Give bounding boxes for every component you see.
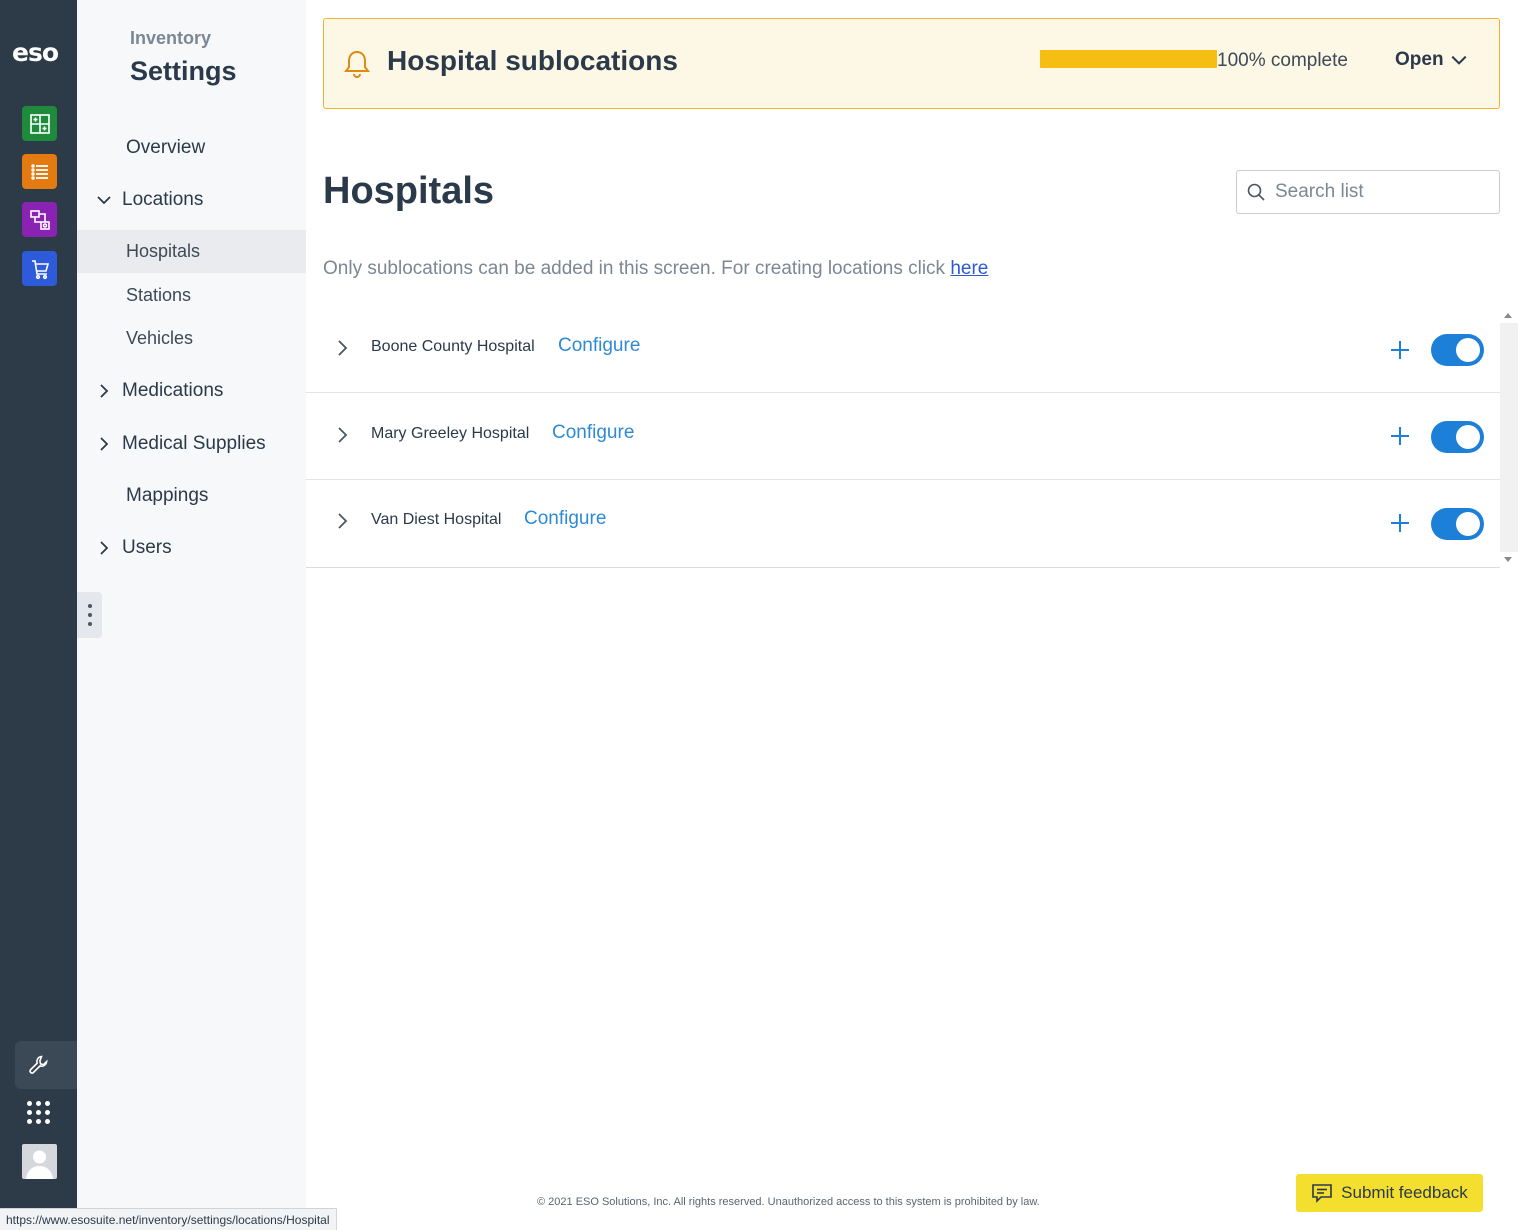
enabled-toggle[interactable] xyxy=(1431,508,1484,540)
banner-title: Hospital sublocations xyxy=(387,45,678,76)
scroll-up-arrow-icon[interactable] xyxy=(1504,313,1512,318)
list-icon[interactable] xyxy=(22,154,57,189)
wrench-icon xyxy=(29,1055,48,1074)
banner-open-button[interactable]: Open xyxy=(1395,49,1468,71)
chevron-right-icon xyxy=(94,540,114,556)
chevron-right-icon xyxy=(94,436,114,452)
apps-grid-icon[interactable] xyxy=(27,1101,51,1125)
add-sublocation-icon[interactable] xyxy=(1389,425,1411,447)
hospital-name: Boone County Hospital xyxy=(371,338,535,355)
add-sublocation-icon[interactable] xyxy=(1389,339,1411,361)
hospital-name: Mary Greeley Hospital xyxy=(371,425,530,442)
scroll-down-arrow-icon[interactable] xyxy=(1504,557,1512,562)
nav-item-medications[interactable]: Medications xyxy=(77,369,306,412)
feedback-icon xyxy=(1312,1184,1332,1203)
expand-chevron-icon[interactable] xyxy=(332,338,352,358)
configure-link[interactable]: Configure xyxy=(558,335,640,357)
nav-item-medical-supplies[interactable]: Medical Supplies xyxy=(77,422,306,465)
progress-text: 100% complete xyxy=(1217,50,1348,71)
bell-icon xyxy=(344,50,370,78)
nav-item-label: Medical Supplies xyxy=(122,432,266,454)
expand-chevron-icon[interactable] xyxy=(332,425,352,445)
nav-item-label: Medications xyxy=(122,379,224,401)
browser-status-url: https://www.esosuite.net/inventory/setti… xyxy=(0,1208,337,1230)
submit-feedback-button[interactable]: Submit feedback xyxy=(1296,1174,1483,1212)
list-scrollbar[interactable] xyxy=(1500,307,1518,568)
nav-item-label: Mappings xyxy=(126,484,209,506)
enabled-toggle[interactable] xyxy=(1431,421,1484,453)
submit-feedback-label: Submit feedback xyxy=(1341,1183,1468,1202)
nav-item-mappings[interactable]: Mappings xyxy=(77,474,306,517)
info-text: Only sublocations can be added in this s… xyxy=(323,258,988,280)
search-input[interactable] xyxy=(1275,181,1495,203)
app-rail: eso xyxy=(0,0,77,1230)
nav-eyebrow: Inventory xyxy=(130,28,212,48)
setup-progress-banner: Hospital sublocations 100% complete Open xyxy=(323,18,1500,109)
nav-item-label: Stations xyxy=(126,285,192,305)
settings-nav: Inventory Settings Overview Locations Ho… xyxy=(77,0,306,1230)
list-item: Mary Greeley Hospital Configure xyxy=(306,394,1502,480)
configure-link[interactable]: Configure xyxy=(524,508,606,530)
configure-link[interactable]: Configure xyxy=(552,422,634,444)
nav-title: Settings xyxy=(130,56,237,86)
nav-item-locations[interactable]: Locations xyxy=(77,178,306,221)
nav-item-label: Locations xyxy=(122,188,204,210)
hospital-list: Boone County Hospital Configure Mary Gre… xyxy=(306,307,1518,568)
list-item: Van Diest Hospital Configure xyxy=(306,481,1502,567)
nav-collapse-handle[interactable] xyxy=(77,592,102,638)
list-item: Boone County Hospital Configure xyxy=(306,307,1502,393)
progress-bar-fill xyxy=(1040,50,1217,68)
hospital-grid-icon[interactable] xyxy=(22,106,57,141)
nav-item-hospitals[interactable]: Hospitals xyxy=(77,230,306,273)
scroll-track[interactable] xyxy=(1500,323,1518,552)
nav-item-label: Users xyxy=(122,536,172,558)
add-sublocation-icon[interactable] xyxy=(1389,512,1411,534)
nav-item-users[interactable]: Users xyxy=(77,526,306,569)
copyright-footer: © 2021 ESO Solutions, Inc. All rights re… xyxy=(537,1196,1040,1208)
nav-item-label: Overview xyxy=(126,136,206,158)
chevron-down-icon xyxy=(1451,55,1467,65)
create-locations-link[interactable]: here xyxy=(950,258,988,279)
nav-item-vehicles[interactable]: Vehicles xyxy=(77,317,306,360)
nav-item-label: Vehicles xyxy=(126,328,194,348)
cart-icon[interactable] xyxy=(22,251,57,286)
user-avatar-icon[interactable] xyxy=(22,1144,57,1179)
progress-bar xyxy=(1040,50,1217,68)
chevron-down-icon xyxy=(94,192,114,208)
page-title: Hospitals xyxy=(323,170,495,212)
info-text-body: Only sublocations can be added in this s… xyxy=(323,258,951,279)
settings-tool-button[interactable] xyxy=(15,1041,77,1089)
hospital-name: Van Diest Hospital xyxy=(371,511,502,528)
search-icon xyxy=(1247,183,1265,201)
expand-chevron-icon[interactable] xyxy=(332,511,352,531)
eso-logo[interactable]: eso xyxy=(12,38,59,67)
enabled-toggle[interactable] xyxy=(1431,334,1484,366)
nav-item-label: Hospitals xyxy=(126,241,201,261)
workflow-icon[interactable] xyxy=(22,202,57,237)
open-label: Open xyxy=(1395,49,1444,70)
nav-item-overview[interactable]: Overview xyxy=(77,126,306,169)
search-field[interactable] xyxy=(1236,170,1500,214)
nav-item-stations[interactable]: Stations xyxy=(77,274,306,317)
chevron-right-icon xyxy=(94,383,114,399)
